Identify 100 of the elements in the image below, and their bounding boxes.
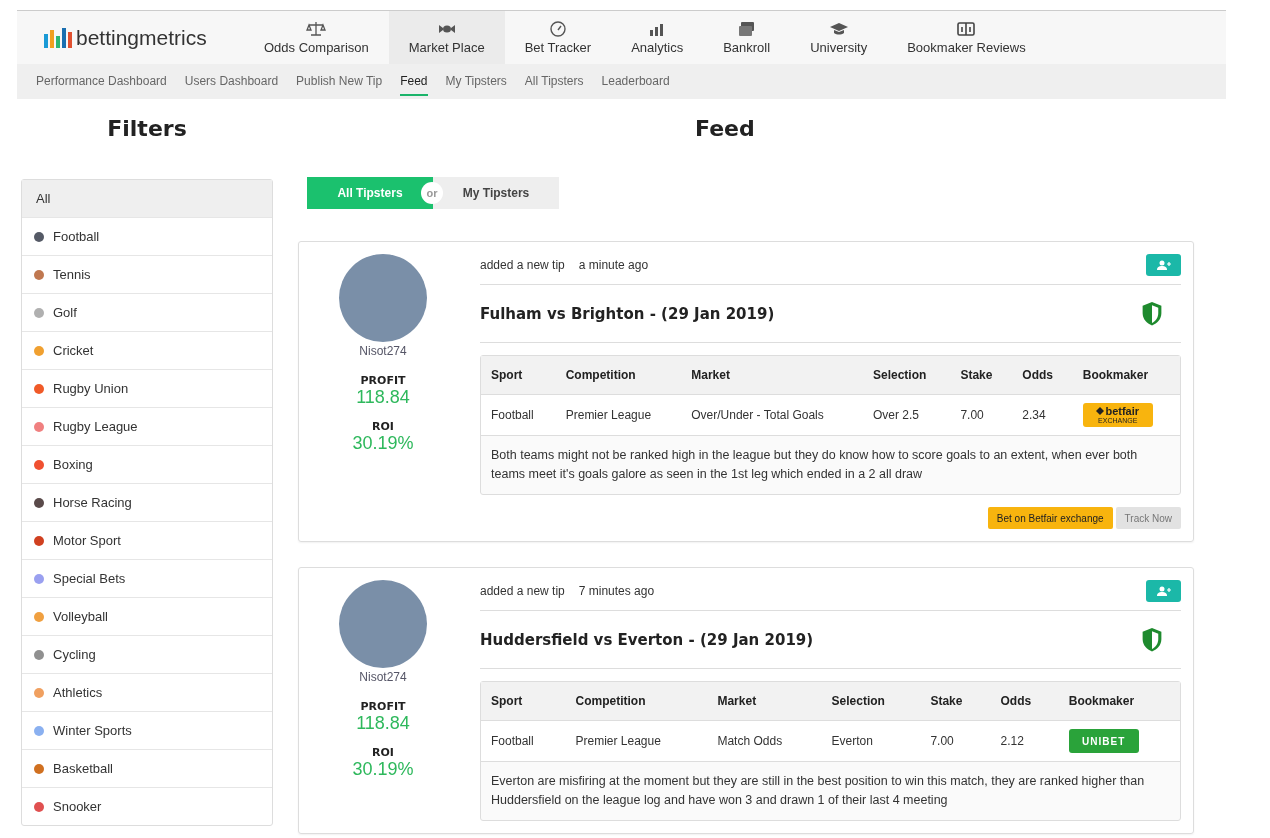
- action-button[interactable]: Bet on Betfair exchange: [987, 507, 1113, 529]
- username[interactable]: Nisot274: [359, 670, 407, 684]
- table-cell: Over 2.5: [862, 394, 951, 436]
- subnav-link[interactable]: Performance Dashboard: [36, 67, 167, 96]
- filter-item[interactable]: Cycling: [22, 635, 272, 673]
- filter-label: Tennis: [53, 267, 91, 282]
- feed-heading: Feed: [694, 116, 756, 143]
- tip-description: Everton are misfiring at the moment but they are still in the best position to win this match, they are ranked higher than Huddersfield on the league log and have won 3 and drawn 1 of their last 4 meeting: [490, 773, 1146, 809]
- filters-heading: Filters: [106, 116, 188, 143]
- column-header: Stake: [950, 356, 1013, 395]
- filter-label: Cycling: [53, 647, 96, 662]
- match-title: Fulham vs Brighton - (29 Jan 2019): [480, 304, 775, 323]
- stat-label: ROI: [372, 746, 394, 759]
- column-header: Bookmaker: [1058, 682, 1180, 721]
- stat-label: PROFIT: [360, 374, 406, 387]
- subnav-link[interactable]: Leaderboard: [601, 67, 670, 96]
- roi-value: 30.19%: [352, 759, 414, 780]
- profit-value: 118.84: [356, 713, 410, 734]
- column-header: Market: [707, 682, 822, 721]
- filter-label: Snooker: [53, 799, 102, 814]
- nav-tab[interactable]: Bankroll: [703, 11, 791, 64]
- nav-tab[interactable]: Bet Tracker: [504, 11, 612, 64]
- filter-item[interactable]: Basketball: [22, 749, 272, 787]
- column-header: Stake: [920, 682, 991, 721]
- scales-icon: [306, 20, 327, 37]
- filter-label: Rugby League: [53, 419, 138, 434]
- cards-icon: [736, 20, 757, 37]
- filter-item[interactable]: Snooker: [22, 787, 272, 825]
- follow-button[interactable]: [1146, 254, 1181, 276]
- time-text: a minute ago: [578, 258, 649, 272]
- filter-item[interactable]: Volleyball: [22, 597, 272, 635]
- filter-item[interactable]: Horse Racing: [22, 483, 272, 521]
- nav-tab[interactable]: Market Place: [388, 11, 505, 64]
- filter-item[interactable]: Tennis: [22, 255, 272, 293]
- nav-tab[interactable]: Analytics: [611, 11, 704, 64]
- column-header: Competition: [555, 356, 682, 395]
- nav-tab[interactable]: Odds Comparison: [244, 11, 389, 64]
- filter-label: Horse Racing: [53, 495, 132, 510]
- table-cell: 2.12: [990, 720, 1059, 762]
- filter-item[interactable]: Golf: [22, 293, 272, 331]
- column-header: Odds: [1012, 356, 1073, 395]
- follow-button[interactable]: [1146, 580, 1181, 602]
- filter-item[interactable]: All: [22, 180, 272, 217]
- graduation-cap-icon: [828, 20, 849, 37]
- shield-icon: [1141, 301, 1163, 326]
- filter-item[interactable]: Special Bets: [22, 559, 272, 597]
- roi-value: 30.19%: [352, 433, 414, 454]
- column-header: Sport: [481, 682, 566, 721]
- book-icon: [956, 20, 977, 37]
- table-cell: 7.00: [920, 720, 991, 762]
- filter-item[interactable]: Cricket: [22, 331, 272, 369]
- filter-item[interactable]: Winter Sports: [22, 711, 272, 749]
- table-cell: 2.34: [1012, 394, 1073, 436]
- filter-label: Athletics: [53, 685, 103, 700]
- table-cell: Premier League: [565, 720, 708, 762]
- filter-label: Golf: [53, 305, 77, 320]
- filter-item[interactable]: Rugby Union: [22, 369, 272, 407]
- filter-label: Winter Sports: [53, 723, 132, 738]
- nav-tab[interactable]: University: [790, 11, 888, 64]
- filter-label: Cricket: [53, 343, 94, 358]
- action-button[interactable]: Track Now: [1115, 507, 1181, 529]
- subnav-link[interactable]: Feed: [400, 67, 428, 96]
- filter-label: Boxing: [53, 457, 93, 472]
- subnav-link[interactable]: All Tipsters: [524, 67, 584, 96]
- stat-label: ROI: [372, 420, 394, 433]
- column-header: Market: [681, 356, 863, 395]
- nav-tab[interactable]: Bookmaker Reviews: [887, 11, 1046, 64]
- logo-icon: [44, 27, 72, 48]
- filter-label: All: [36, 191, 51, 206]
- filter-label: Special Bets: [53, 571, 126, 586]
- table-cell: Match Odds: [707, 720, 822, 762]
- action-text: added a new tip: [480, 258, 565, 272]
- filter-label: Football: [53, 229, 100, 244]
- match-title: Huddersfield vs Everton - (29 Jan 2019): [480, 630, 814, 649]
- column-header: Competition: [565, 682, 708, 721]
- tip-description: Both teams might not be ranked high in the league but they do know how to score goals to an extent, when ever both teams meet it's goals galore as seen in the 1st leg which ended in a 2 all draw: [490, 447, 1139, 483]
- add-user-icon: [1156, 586, 1171, 596]
- table-cell: Everton: [821, 720, 921, 762]
- table-cell: Football: [481, 720, 566, 762]
- filter-item[interactable]: Football: [22, 217, 272, 255]
- gauge-icon: [547, 20, 568, 37]
- username[interactable]: Nisot274: [359, 344, 407, 358]
- filter-label: Rugby Union: [53, 381, 129, 396]
- action-text: added a new tip: [480, 584, 565, 598]
- filter-item[interactable]: Boxing: [22, 445, 272, 483]
- filter-item[interactable]: Motor Sport: [22, 521, 272, 559]
- column-header: Bookmaker: [1072, 356, 1180, 395]
- column-header: Odds: [990, 682, 1059, 721]
- filter-label: Basketball: [53, 761, 113, 776]
- table-cell: 7.00: [950, 394, 1013, 436]
- brand-name: bettingmetrics: [76, 25, 207, 50]
- column-header: Selection: [821, 682, 921, 721]
- filter-item[interactable]: Rugby League: [22, 407, 272, 445]
- shield-icon: [1141, 627, 1163, 652]
- table-cell: Premier League: [555, 394, 682, 436]
- stat-label: PROFIT: [360, 700, 406, 713]
- subnav-link[interactable]: Users Dashboard: [184, 67, 279, 96]
- filter-item[interactable]: Athletics: [22, 673, 272, 711]
- subnav-link[interactable]: Publish New Tip: [296, 67, 383, 96]
- subnav-link[interactable]: My Tipsters: [445, 67, 507, 96]
